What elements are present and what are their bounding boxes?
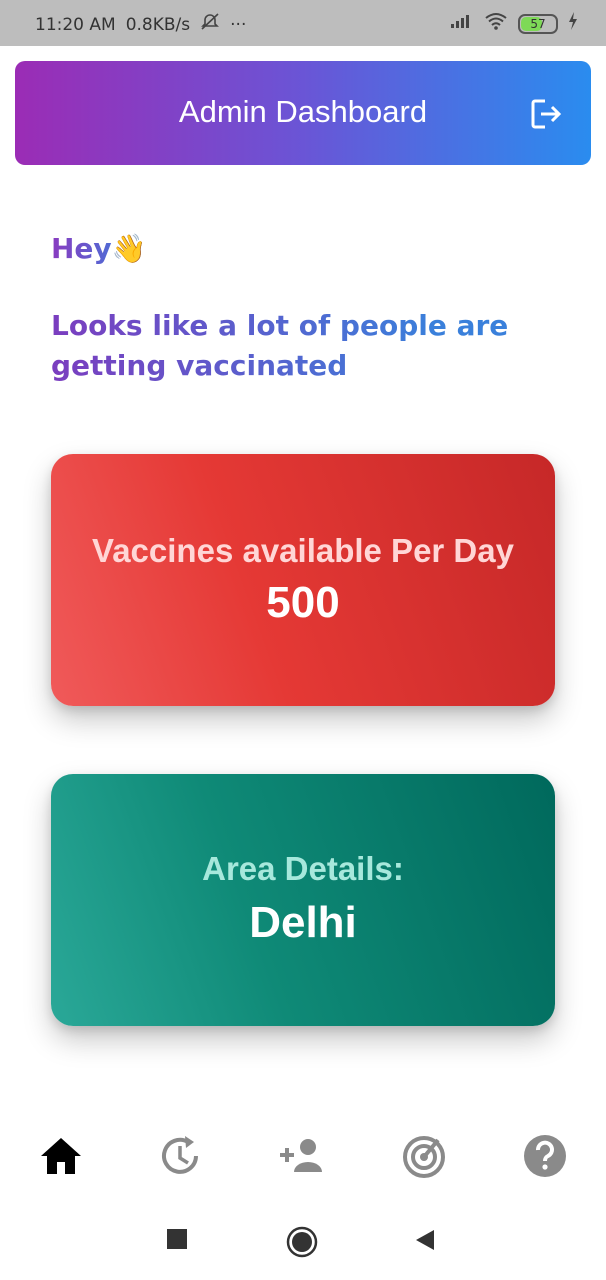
- wave-emoji: 👋: [111, 232, 147, 265]
- logout-icon[interactable]: [529, 97, 563, 131]
- radar-icon[interactable]: [400, 1132, 448, 1180]
- vaccines-card[interactable]: Vaccines available Per Day 500: [51, 454, 555, 706]
- signal-icon: [450, 13, 474, 34]
- recents-button[interactable]: [166, 1228, 188, 1255]
- status-speed: 0.8KB/s: [125, 14, 191, 35]
- charging-icon: [568, 12, 578, 35]
- vaccines-card-value: 500: [266, 578, 340, 627]
- status-time: 11:20 AM: [35, 14, 116, 35]
- add-person-icon[interactable]: [278, 1132, 326, 1180]
- area-card-value: Delhi: [249, 898, 357, 947]
- greeting-message: Looks like a lot of people are getting v…: [51, 306, 531, 386]
- app-header: Admin Dashboard: [15, 61, 591, 165]
- wifi-icon: [484, 12, 508, 35]
- greeting-text: Hey: [51, 232, 112, 265]
- back-button[interactable]: [414, 1228, 436, 1257]
- bottom-nav: [0, 1126, 606, 1184]
- help-icon[interactable]: [521, 1132, 569, 1180]
- vaccines-card-label: Vaccines available Per Day: [92, 532, 514, 569]
- status-bar: 11:20 AM 0.8KB/s ··· 57: [0, 0, 606, 46]
- greeting-heading: Hey👋: [51, 232, 147, 265]
- battery-icon: 57: [518, 13, 558, 34]
- home-system-button[interactable]: [286, 1226, 318, 1263]
- home-icon[interactable]: [37, 1132, 85, 1180]
- area-card[interactable]: Area Details: Delhi: [51, 774, 555, 1026]
- page-title: Admin Dashboard: [178, 94, 428, 129]
- system-nav-bar: [0, 1214, 606, 1270]
- battery-level: 57: [530, 16, 546, 31]
- status-overflow-dots: ···: [230, 14, 247, 35]
- mute-icon: [200, 13, 220, 36]
- area-card-label: Area Details:: [202, 850, 404, 887]
- history-icon[interactable]: [158, 1132, 206, 1180]
